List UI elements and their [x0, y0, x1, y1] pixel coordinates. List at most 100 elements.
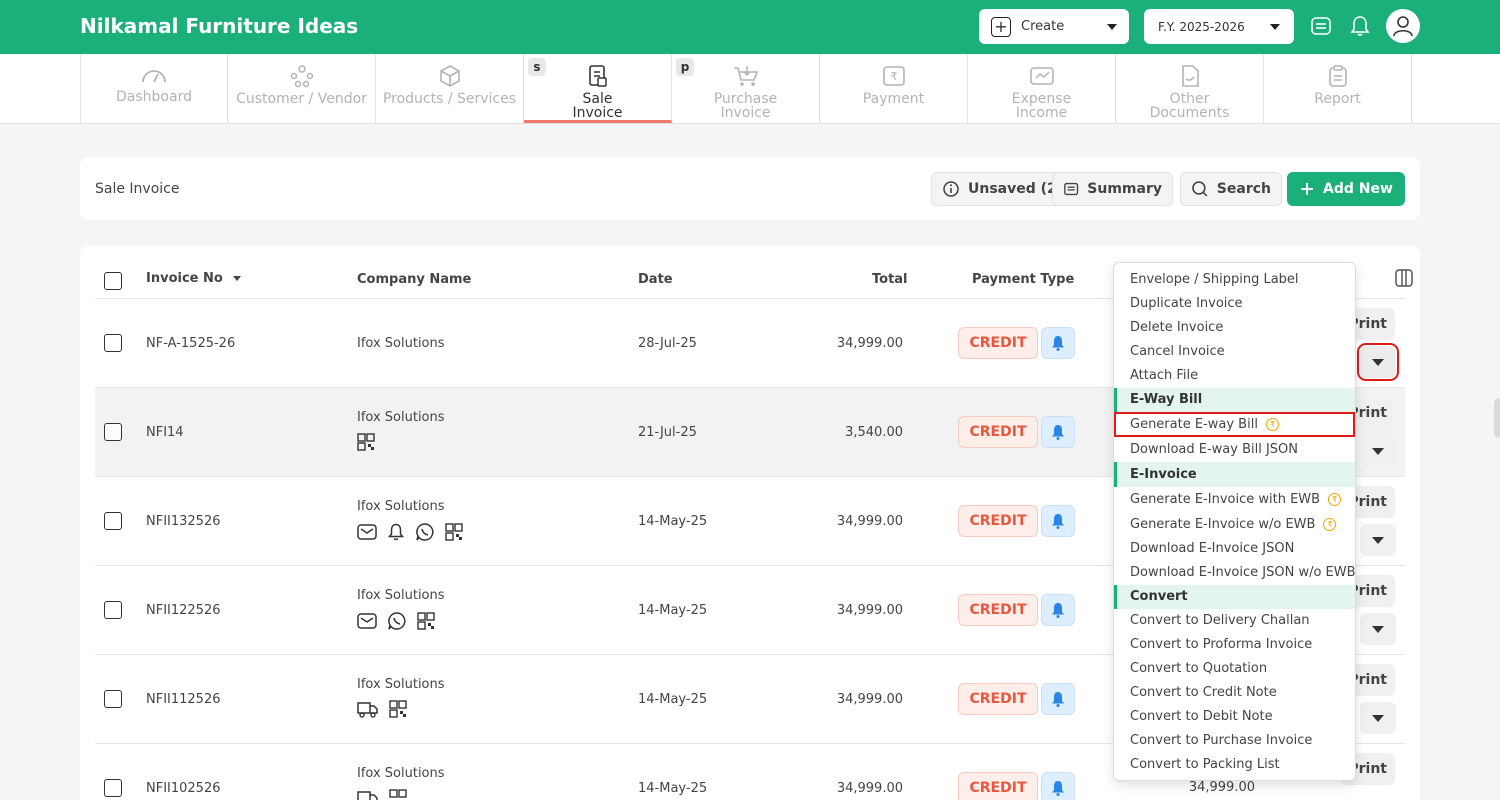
invoice-number[interactable]: NFII132526: [146, 514, 221, 529]
menu-item-convert-purchase-invoice[interactable]: Convert to Purchase Invoice: [1114, 729, 1355, 753]
menu-item-envelope-shipping-label[interactable]: Envelope / Shipping Label: [1114, 268, 1355, 292]
menu-item-generate-eway-bill[interactable]: Generate E-way Bill ₹: [1114, 412, 1355, 437]
qr-icon[interactable]: [389, 700, 407, 718]
tab-expense-income[interactable]: Expense Income: [968, 54, 1116, 123]
menu-section-e-invoice: E-Invoice: [1114, 462, 1355, 487]
bell-icon[interactable]: [387, 523, 405, 541]
summary-button[interactable]: Summary: [1052, 172, 1173, 206]
keyboard-icon[interactable]: [1309, 14, 1333, 38]
menu-item-convert-credit-note[interactable]: Convert to Credit Note: [1114, 681, 1355, 705]
row-actions-dropdown-button[interactable]: [1357, 343, 1399, 381]
qr-icon[interactable]: [445, 523, 463, 541]
tab-dashboard[interactable]: Dashboard: [80, 54, 228, 123]
row-checkbox[interactable]: [104, 512, 122, 530]
menu-item-convert-proforma-invoice[interactable]: Convert to Proforma Invoice: [1114, 633, 1355, 657]
menu-item-cancel-invoice[interactable]: Cancel Invoice: [1114, 340, 1355, 364]
column-settings-icon[interactable]: [1394, 268, 1414, 292]
qr-icon[interactable]: [417, 612, 435, 630]
invoice-number[interactable]: NF-A-1525-26: [146, 336, 235, 351]
user-avatar[interactable]: [1386, 9, 1420, 43]
top-header: Nilkamal Furniture Ideas + Create F.Y. 2…: [0, 0, 1500, 54]
whatsapp-icon[interactable]: [387, 611, 407, 631]
menu-item-download-e-invoice-json[interactable]: Download E-Invoice JSON: [1114, 537, 1355, 561]
reminder-bell-icon[interactable]: [1041, 416, 1075, 448]
reminder-bell-icon[interactable]: [1041, 505, 1075, 537]
invoice-number[interactable]: NFII122526: [146, 603, 221, 618]
reminder-bell-icon[interactable]: [1041, 683, 1075, 715]
menu-item-label: Envelope / Shipping Label: [1130, 272, 1299, 287]
tab-sale-invoice[interactable]: s Sale Invoice: [524, 54, 672, 123]
tab-purchase-invoice[interactable]: p Purchase Invoice: [672, 54, 820, 123]
notification-bell-icon[interactable]: [1348, 14, 1372, 38]
tab-label: Expense Income: [1011, 91, 1072, 121]
caret-down-icon: [1372, 536, 1384, 544]
add-new-button[interactable]: Add New: [1287, 172, 1405, 206]
tab-products-services[interactable]: Products / Services: [376, 54, 524, 123]
invoice-total: 34,999.00: [836, 781, 903, 796]
row-actions-dropdown-button[interactable]: [1360, 613, 1396, 645]
payment-type-badge[interactable]: CREDIT: [958, 683, 1038, 715]
payment-type-badge[interactable]: CREDIT: [958, 594, 1038, 626]
row-actions-dropdown-button[interactable]: [1360, 702, 1396, 734]
menu-item-label: Convert to Purchase Invoice: [1130, 733, 1313, 748]
payment-type-badge[interactable]: CREDIT: [958, 416, 1038, 448]
reminder-bell-icon[interactable]: [1041, 327, 1075, 359]
tab-report[interactable]: Report: [1264, 54, 1412, 123]
create-button[interactable]: + Create: [979, 9, 1129, 44]
menu-item-convert-packing-list[interactable]: Convert to Packing List: [1114, 753, 1355, 777]
invoice-number[interactable]: NFII112526: [146, 692, 221, 707]
row-checkbox[interactable]: [104, 423, 122, 441]
invoice-date: 21-Jul-25: [638, 425, 697, 440]
row-checkbox[interactable]: [104, 334, 122, 352]
menu-item-label: Cancel Invoice: [1130, 344, 1225, 359]
reminder-bell-icon[interactable]: [1041, 772, 1075, 800]
menu-item-download-eway-bill-json[interactable]: Download E-way Bill JSON: [1114, 437, 1355, 462]
reminder-bell-icon[interactable]: [1041, 594, 1075, 626]
mail-icon[interactable]: [357, 612, 377, 630]
menu-item-attach-file[interactable]: Attach File: [1114, 364, 1355, 388]
qr-icon[interactable]: [389, 789, 407, 800]
caret-down-icon: [1372, 625, 1384, 633]
company-name: Ifox Solutions: [357, 336, 445, 351]
row-checkbox[interactable]: [104, 690, 122, 708]
whatsapp-icon[interactable]: [415, 522, 435, 542]
payment-type-badge[interactable]: CREDIT: [958, 505, 1038, 537]
menu-item-convert-debit-note[interactable]: Convert to Debit Note: [1114, 705, 1355, 729]
mail-icon[interactable]: [357, 523, 377, 541]
tab-payment[interactable]: ₹ Payment: [820, 54, 968, 123]
menu-item-convert-quotation[interactable]: Convert to Quotation: [1114, 657, 1355, 681]
invoice-number[interactable]: NFII102526: [146, 781, 221, 796]
payment-type-badge[interactable]: CREDIT: [958, 327, 1038, 359]
menu-item-label: Generate E-Invoice w/o EWB: [1130, 516, 1316, 532]
menu-item-generate-e-invoice-without-ewb[interactable]: Generate E-Invoice w/o EWB ₹: [1114, 512, 1355, 537]
side-panel-handle[interactable]: [1494, 398, 1500, 438]
row-actions-dropdown-button[interactable]: [1360, 435, 1396, 467]
row-checkbox[interactable]: [104, 601, 122, 619]
unsaved-label: Unsaved (2): [968, 181, 1064, 197]
row-actions-dropdown-button[interactable]: [1360, 524, 1396, 556]
tab-label: Customer / Vendor: [236, 91, 367, 107]
invoice-number[interactable]: NFI14: [146, 425, 184, 440]
column-invoice-no[interactable]: Invoice No: [146, 271, 242, 286]
select-all-checkbox[interactable]: [104, 272, 122, 290]
add-new-label: Add New: [1323, 181, 1393, 197]
menu-item-generate-e-invoice-with-ewb[interactable]: Generate E-Invoice with EWB ₹: [1114, 487, 1355, 512]
menu-section-convert: Convert: [1114, 585, 1355, 609]
truck-icon[interactable]: [357, 700, 379, 718]
payment-type-badge[interactable]: CREDIT: [958, 772, 1038, 800]
menu-item-download-e-invoice-json-without-ewb[interactable]: Download E-Invoice JSON w/o EWB: [1114, 561, 1356, 585]
menu-item-delete-invoice[interactable]: Delete Invoice: [1114, 316, 1355, 340]
menu-item-label: Convert to Delivery Challan: [1130, 613, 1310, 628]
qr-icon[interactable]: [357, 433, 375, 451]
search-button[interactable]: Search: [1180, 172, 1282, 206]
menu-item-convert-delivery-challan[interactable]: Convert to Delivery Challan: [1114, 609, 1355, 633]
menu-item-duplicate-invoice[interactable]: Duplicate Invoice: [1114, 292, 1355, 316]
tab-other-documents[interactable]: Other Documents: [1116, 54, 1264, 123]
row-status-icons: [357, 522, 463, 542]
truck-icon[interactable]: [357, 789, 379, 800]
tab-customer-vendor[interactable]: Customer / Vendor: [228, 54, 376, 123]
row-checkbox[interactable]: [104, 779, 122, 797]
company-name: Ifox Solutions: [357, 677, 445, 692]
tab-label: Other Documents: [1149, 91, 1230, 121]
financial-year-select[interactable]: F.Y. 2025-2026: [1144, 9, 1294, 44]
